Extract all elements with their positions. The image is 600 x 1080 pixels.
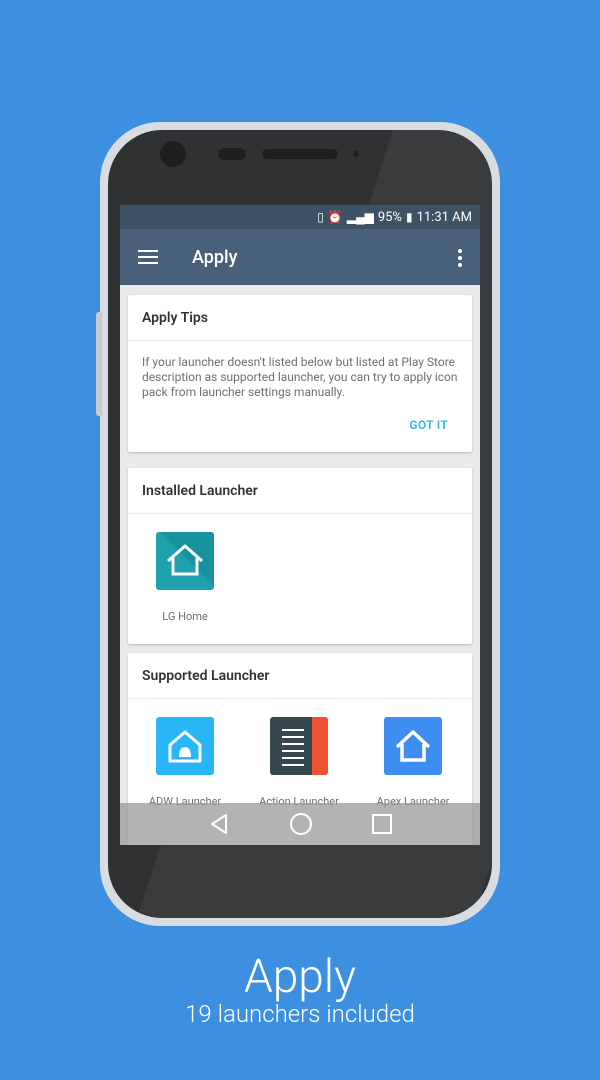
apply-tips-body: If your launcher doesn't listed below bu… xyxy=(142,355,458,399)
apex-launcher-icon xyxy=(384,717,442,775)
proximity-sensor xyxy=(353,151,359,157)
launcher-item-lg-home[interactable]: LG Home xyxy=(128,532,242,623)
back-icon[interactable] xyxy=(208,813,230,835)
launcher-label: LG Home xyxy=(162,610,208,623)
action-launcher-icon xyxy=(270,717,328,775)
recent-apps-icon[interactable] xyxy=(372,814,392,834)
app-bar: Apply xyxy=(120,229,480,285)
caption-subtitle: 19 launchers included xyxy=(185,1000,415,1028)
page-title: Apply xyxy=(192,246,238,268)
caption-title: Apply xyxy=(244,950,356,1004)
launcher-item-action[interactable]: Action Launcher xyxy=(242,717,356,808)
earpiece-speaker xyxy=(262,149,338,159)
overflow-menu-icon[interactable] xyxy=(458,249,462,267)
phone-side-button xyxy=(96,312,102,416)
home-icon[interactable] xyxy=(290,813,312,835)
installed-launcher-card: Installed Launcher LG Home xyxy=(128,468,472,644)
battery-percent: 95% xyxy=(377,209,402,225)
vibrate-icon: ▯ xyxy=(317,210,324,224)
apply-tips-title: Apply Tips xyxy=(128,295,472,341)
apply-tips-card: Apply Tips If your launcher doesn't list… xyxy=(128,295,472,452)
navigation-bar xyxy=(120,803,480,845)
status-time: 11:31 AM xyxy=(416,209,472,225)
front-camera xyxy=(160,141,186,167)
lg-home-icon xyxy=(156,532,214,590)
launcher-item-adw[interactable]: ADW Launcher xyxy=(128,717,242,808)
status-bar: ▯ ⏰ ▂▄▆ 95% ▮ 11:31 AM xyxy=(120,205,480,229)
adw-launcher-icon xyxy=(156,717,214,775)
battery-icon: ▮ xyxy=(405,210,413,224)
alarm-icon: ⏰ xyxy=(327,210,343,224)
hamburger-menu-icon[interactable] xyxy=(138,250,158,264)
launcher-item-apex[interactable]: Apex Launcher xyxy=(356,717,470,808)
installed-launcher-title: Installed Launcher xyxy=(128,468,472,514)
supported-launcher-title: Supported Launcher xyxy=(128,653,472,699)
signal-icon: ▂▄▆ xyxy=(346,210,374,224)
phone-screen: ▯ ⏰ ▂▄▆ 95% ▮ 11:31 AM Apply Apply Tips … xyxy=(120,205,480,845)
phone-sensor xyxy=(218,148,246,160)
got-it-button[interactable]: GOT IT xyxy=(128,400,472,452)
